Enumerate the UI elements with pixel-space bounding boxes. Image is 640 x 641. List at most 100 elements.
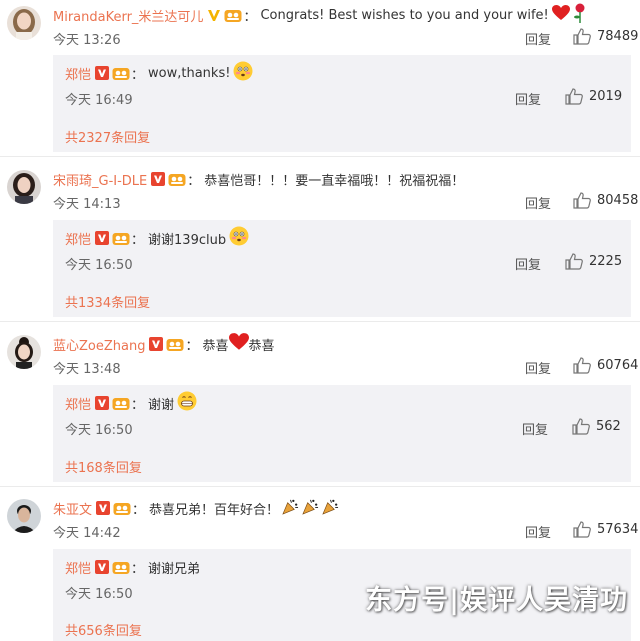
thumbs-up-icon (573, 521, 591, 538)
like-count: 2225 (589, 254, 623, 269)
red-v-badge-icon (95, 396, 110, 410)
avatar[interactable] (7, 6, 41, 40)
colon-separator: ： (187, 173, 201, 189)
thumbs-up-icon (565, 88, 583, 105)
comment-item: 朱亚文 ： 恭喜兄弟！百年好合！ 今天 14:42 回复 57634 郑恺 ： … (0, 493, 640, 641)
red-heart-emoji (228, 333, 249, 355)
red-v-badge-icon (96, 501, 111, 515)
divider (0, 486, 640, 487)
reply-button[interactable]: 回复 (525, 193, 551, 212)
reply-text: 谢谢 (148, 397, 175, 413)
like-count: 562 (596, 419, 621, 434)
party-popper-emoji (302, 498, 319, 519)
red-heart-emoji (551, 5, 570, 25)
like-count: 78489 (597, 29, 639, 44)
view-all-replies-link[interactable]: 共656条回复 (65, 620, 142, 639)
comment-time: 今天 13:48 (53, 362, 121, 377)
group-member-badge-icon (166, 337, 184, 352)
reply-button[interactable]: 回复 (525, 358, 551, 377)
like-button[interactable]: 57634 (573, 521, 638, 538)
reply-time: 今天 16:49 (65, 93, 133, 108)
group-member-badge-icon (224, 8, 242, 23)
reply-time: 今天 16:50 (65, 258, 133, 273)
divider (0, 321, 640, 322)
thumbs-up-icon (573, 357, 591, 374)
rose-emoji (573, 3, 587, 27)
thumbs-up-icon (565, 253, 583, 270)
thumbs-up-icon (573, 28, 591, 45)
comment-username[interactable]: 宋雨琦_G-I-DLE (53, 170, 147, 189)
reply-time: 今天 16:50 (65, 423, 133, 438)
comment-time: 今天 13:26 (53, 33, 121, 48)
view-all-replies-link[interactable]: 共168条回复 (65, 457, 142, 476)
reply-text: wow,thanks! (148, 65, 231, 81)
reply-button[interactable]: 回复 (525, 29, 551, 48)
colon-separator: ： (243, 9, 257, 25)
reply-text: 谢谢兄弟 (148, 561, 201, 577)
comment-time: 今天 14:13 (53, 197, 121, 212)
colon-separator: ： (131, 561, 145, 577)
like-button[interactable]: 80458 (573, 192, 638, 209)
avatar[interactable] (7, 335, 41, 369)
comment-time: 今天 14:42 (53, 526, 121, 541)
party-popper-emoji (322, 498, 339, 519)
group-member-badge-icon (112, 396, 130, 411)
reply-username[interactable]: 郑恺 (65, 64, 91, 83)
party-popper-emoji (282, 498, 299, 519)
colon-separator: ： (132, 502, 146, 518)
reply-button[interactable]: 回复 (515, 254, 541, 273)
colon-separator: ： (185, 338, 199, 354)
red-v-badge-icon (151, 172, 166, 186)
group-member-badge-icon (112, 66, 130, 81)
thumbs-up-icon (572, 418, 590, 435)
red-v-badge-icon (95, 231, 110, 245)
like-count: 60764 (597, 358, 639, 373)
red-v-badge-icon (149, 337, 164, 351)
comment-text: 恭喜 (202, 338, 229, 354)
avatar[interactable] (7, 499, 41, 533)
reply-time: 今天 16:50 (65, 587, 133, 602)
like-count: 57634 (597, 522, 639, 537)
comment-username[interactable]: MirandaKerr_米兰达可儿 (53, 6, 203, 25)
like-button[interactable]: 78489 (573, 28, 638, 45)
comment-username[interactable]: 蓝心ZoeZhang (53, 335, 145, 354)
reply-button[interactable]: 回复 (525, 522, 551, 541)
reply-button[interactable]: 回复 (522, 419, 548, 438)
view-all-replies-link[interactable]: 共1334条回复 (65, 292, 150, 311)
like-button[interactable]: 60764 (573, 357, 638, 374)
reply-username[interactable]: 郑恺 (65, 394, 91, 413)
reply-text: 谢谢139club (148, 232, 227, 248)
group-member-badge-icon (112, 560, 130, 575)
grinning-face-emoji (177, 391, 197, 415)
reply-box: 郑恺 ： wow,thanks! 今天 16:49 回复 2019 共2327条… (53, 55, 631, 152)
gold-v-badge-icon (207, 8, 221, 22)
colon-separator: ： (131, 397, 145, 413)
reply-username[interactable]: 郑恺 (65, 229, 91, 248)
reply-username[interactable]: 郑恺 (65, 558, 91, 577)
comment-username[interactable]: 朱亚文 (53, 499, 92, 518)
watermark: 东方号|娱评人吴清功 (365, 585, 628, 616)
view-all-replies-link[interactable]: 共2327条回复 (65, 127, 150, 146)
like-button[interactable]: 2019 (565, 88, 622, 105)
group-member-badge-icon (112, 231, 130, 246)
like-button[interactable]: 2225 (565, 253, 622, 270)
avatar[interactable] (7, 170, 41, 204)
thumbs-up-icon (573, 192, 591, 209)
like-count: 80458 (597, 193, 639, 208)
comment-item: MirandaKerr_米兰达可儿 ： Congrats! Best wishe… (0, 0, 640, 160)
red-v-badge-icon (95, 66, 110, 80)
like-count: 2019 (589, 89, 623, 104)
colon-separator: ： (131, 67, 145, 83)
reply-button[interactable]: 回复 (515, 89, 541, 108)
comment-list: MirandaKerr_米兰达可儿 ： Congrats! Best wishe… (0, 0, 640, 641)
comment-text: Congrats! Best wishes to you and your wi… (260, 7, 549, 23)
comment-text-suffix: 恭喜 (248, 338, 275, 354)
reply-box: 郑恺 ： 谢谢139club 今天 16:50 回复 2225 共1334条回复 (53, 220, 631, 317)
like-button[interactable]: 562 (572, 418, 621, 435)
divider (0, 156, 640, 157)
comment-text: 恭喜兄弟！百年好合！ (149, 502, 280, 518)
colon-separator: ： (131, 232, 145, 248)
reply-box: 郑恺 ： 谢谢 今天 16:50 回复 562 共168条回复 (53, 385, 631, 482)
red-v-badge-icon (95, 560, 110, 574)
flushed-face-emoji (229, 226, 249, 250)
